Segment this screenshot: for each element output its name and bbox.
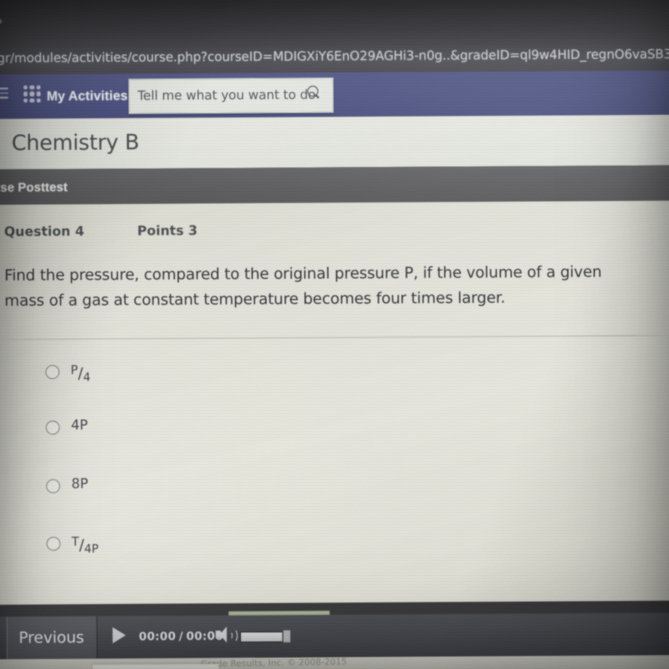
- question-text: Find the pressure, compared to the origi…: [4, 259, 669, 314]
- page-title: Chemistry B: [11, 130, 140, 156]
- radio-button-d[interactable]: [46, 536, 61, 551]
- fraction-denominator-a: 4: [83, 370, 91, 385]
- radio-button-b[interactable]: [45, 420, 60, 435]
- time-separator: /: [178, 629, 184, 644]
- browser-chrome: [0, 0, 669, 48]
- footer-credit: Grade Results, Inc. © 2008-2015: [200, 657, 348, 669]
- answer-label-d: T/4P: [71, 534, 99, 556]
- player-timer: 00:00/00:00: [139, 630, 223, 644]
- fraction-numerator-d: T: [71, 534, 80, 549]
- answer-label-b: 4P: [70, 417, 88, 434]
- question-number: Question 4: [4, 224, 85, 241]
- volume-slider-knob[interactable]: [282, 629, 292, 644]
- fraction-denominator-d: 4P: [84, 541, 99, 556]
- monitor-screen: /gr/modules/activities/course.php?course…: [0, 0, 669, 669]
- hamburger-icon[interactable]: [0, 87, 9, 101]
- question-line-2: mass of a gas at constant temperature be…: [4, 288, 506, 310]
- radio-button-c[interactable]: [46, 479, 61, 494]
- previous-button[interactable]: Previous: [6, 616, 98, 660]
- radio-button-a[interactable]: [45, 364, 60, 380]
- question-points: Points 3: [137, 223, 198, 240]
- current-time: 00:00: [138, 629, 176, 644]
- screenshot-root: /gr/modules/activities/course.php?course…: [0, 0, 669, 669]
- answer-label-c: 8P: [71, 475, 89, 493]
- nav-item-my-activities[interactable]: My Activities: [47, 88, 128, 104]
- search-input-placeholder[interactable]: Tell me what you want to do: [138, 87, 316, 103]
- question-line-1: Find the pressure, compared to the origi…: [4, 262, 602, 285]
- fraction-numerator-a: P: [70, 362, 78, 378]
- search-icon[interactable]: [307, 85, 320, 99]
- answer-label-a: P/4: [70, 362, 91, 385]
- activity-bar: [0, 165, 669, 205]
- waffle-grid-icon[interactable]: [23, 85, 41, 103]
- chrome-indicator-dot: [0, 18, 2, 24]
- activity-name: urse Posttest: [0, 180, 68, 195]
- play-icon[interactable]: [112, 627, 126, 644]
- player-toolbar: [0, 612, 669, 660]
- footer-white-panel: [92, 663, 219, 669]
- volume-icon[interactable]: [215, 626, 238, 643]
- question-header: Question 4 Points 3: [4, 220, 408, 241]
- previous-button-label: Previous: [18, 628, 85, 648]
